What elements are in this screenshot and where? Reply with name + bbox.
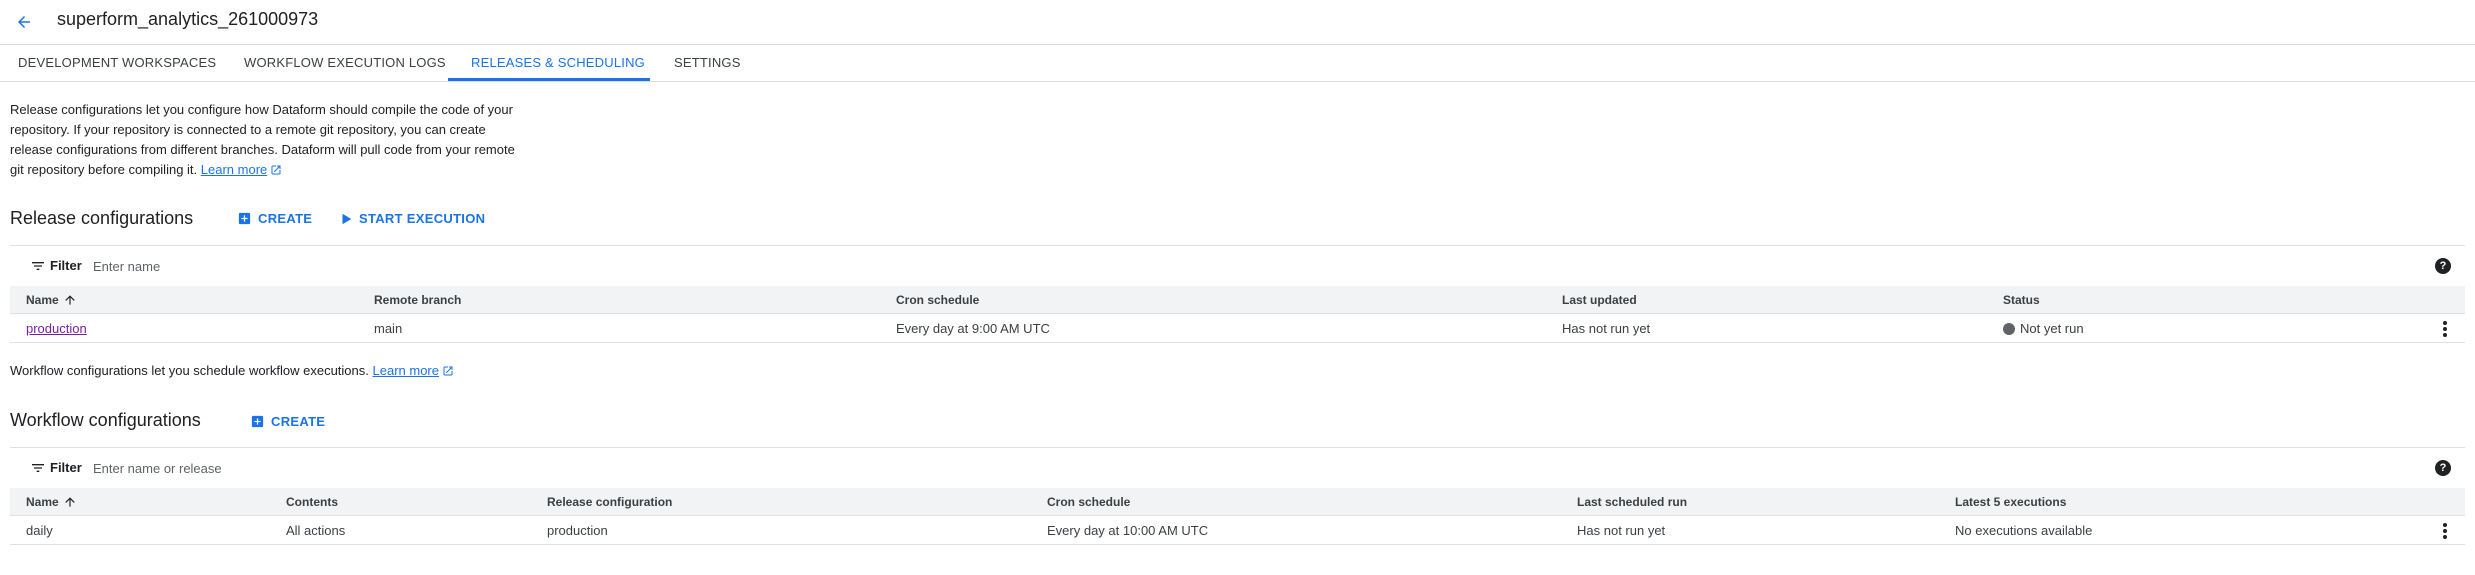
- workflow-description-text: Workflow configurations let you schedule…: [10, 363, 369, 378]
- column-header-last-scheduled-run: Last scheduled run: [1577, 495, 1688, 509]
- cron-schedule-cell: Every day at 10:00 AM UTC: [1047, 523, 1209, 538]
- tab-releases-scheduling[interactable]: RELEASES & SCHEDULING: [471, 45, 645, 80]
- latest-executions-cell: No executions available: [1955, 523, 2093, 538]
- workflow-table-header: Name Contents Release configuration Cron…: [10, 488, 2465, 516]
- workflow-description: Workflow configurations let you schedule…: [10, 361, 454, 381]
- external-link-icon: [443, 366, 453, 376]
- workflow-filter-input[interactable]: [93, 457, 893, 479]
- column-header-release-configuration: Release configuration: [547, 495, 673, 509]
- column-header-name[interactable]: Name: [26, 495, 77, 509]
- release-filter-bar: Filter ?: [10, 245, 2465, 287]
- table-row: daily All actions production Every day a…: [10, 516, 2465, 545]
- column-header-cron-schedule: Cron schedule: [896, 293, 980, 307]
- release-table-header: Name Remote branch Cron schedule Last up…: [10, 286, 2465, 314]
- workflow-filter-bar: Filter ?: [10, 447, 2465, 489]
- start-execution-label: START EXECUTION: [359, 211, 486, 226]
- release-configuration-cell: production: [547, 523, 608, 538]
- release-create-label: CREATE: [258, 211, 313, 226]
- last-updated-cell: Has not run yet: [1562, 321, 1651, 336]
- external-link-icon: [271, 165, 281, 175]
- workflow-name-cell[interactable]: daily: [26, 523, 53, 538]
- tab-workflow-execution-logs[interactable]: WORKFLOW EXECUTION LOGS: [244, 45, 446, 80]
- back-button[interactable]: [10, 8, 38, 36]
- tab-settings[interactable]: SETTINGS: [674, 45, 741, 80]
- release-learn-more-label: Learn more: [200, 162, 268, 177]
- page-title: superform_analytics_261000973: [57, 9, 319, 29]
- column-header-name-label: Name: [26, 293, 59, 307]
- arrow-back-icon: [18, 16, 30, 28]
- tab-bar: DEVELOPMENT WORKSPACES WORKFLOW EXECUTIO…: [0, 45, 2475, 82]
- table-row: production main Every day at 9:00 AM UTC…: [10, 314, 2465, 343]
- column-header-cron-schedule: Cron schedule: [1047, 495, 1131, 509]
- arrow-upward-icon: [65, 295, 75, 305]
- last-scheduled-run-cell: Has not run yet: [1577, 523, 1666, 538]
- column-header-last-updated: Last updated: [1562, 293, 1637, 307]
- workflow-create-button[interactable]: CREATE: [250, 414, 325, 429]
- help-icon[interactable]: ?: [2435, 258, 2451, 274]
- more-vert-icon[interactable]: [2437, 522, 2453, 540]
- add-box-icon: [238, 212, 251, 225]
- release-filter-label: Filter: [50, 258, 82, 273]
- workflow-learn-more-link[interactable]: Learn more: [373, 363, 439, 378]
- release-name-link[interactable]: production: [26, 321, 87, 336]
- release-create-button[interactable]: CREATE: [237, 211, 312, 226]
- filter-icon: [32, 464, 44, 472]
- active-tab-indicator: [448, 78, 650, 81]
- column-header-name[interactable]: Name: [26, 293, 77, 307]
- column-header-contents: Contents: [286, 495, 338, 509]
- workflow-learn-more-label: Learn more: [372, 363, 439, 378]
- play-icon: [342, 213, 352, 224]
- release-configurations-title: Release configurations: [10, 208, 194, 228]
- start-execution-button[interactable]: START EXECUTION: [339, 211, 485, 226]
- column-header-remote-branch: Remote branch: [374, 293, 462, 307]
- help-icon[interactable]: ?: [2435, 460, 2451, 476]
- more-vert-icon[interactable]: [2437, 320, 2453, 338]
- status-label: Not yet run: [2020, 321, 2084, 336]
- column-header-name-label: Name: [26, 495, 59, 509]
- workflow-configurations-title: Workflow configurations: [10, 410, 201, 430]
- top-bar: superform_analytics_261000973: [0, 0, 2475, 45]
- release-filter-input[interactable]: [93, 255, 893, 277]
- tab-development-workspaces[interactable]: DEVELOPMENT WORKSPACES: [18, 45, 216, 80]
- release-description: Release configurations let you configure…: [10, 100, 530, 180]
- cron-schedule-cell: Every day at 9:00 AM UTC: [896, 321, 1050, 336]
- release-learn-more-link[interactable]: Learn more: [201, 162, 267, 177]
- column-header-latest-executions: Latest 5 executions: [1955, 495, 2067, 509]
- arrow-upward-icon: [65, 497, 75, 507]
- status-dot-icon: [2003, 323, 2015, 335]
- column-header-status: Status: [2003, 293, 2040, 307]
- status-cell: Not yet run: [2003, 321, 2084, 336]
- filter-icon: [32, 262, 44, 270]
- workflow-create-label: CREATE: [271, 414, 326, 429]
- remote-branch-cell: main: [374, 321, 403, 336]
- workflow-filter-label: Filter: [50, 460, 82, 475]
- add-box-icon: [251, 415, 264, 428]
- contents-cell: All actions: [286, 523, 346, 538]
